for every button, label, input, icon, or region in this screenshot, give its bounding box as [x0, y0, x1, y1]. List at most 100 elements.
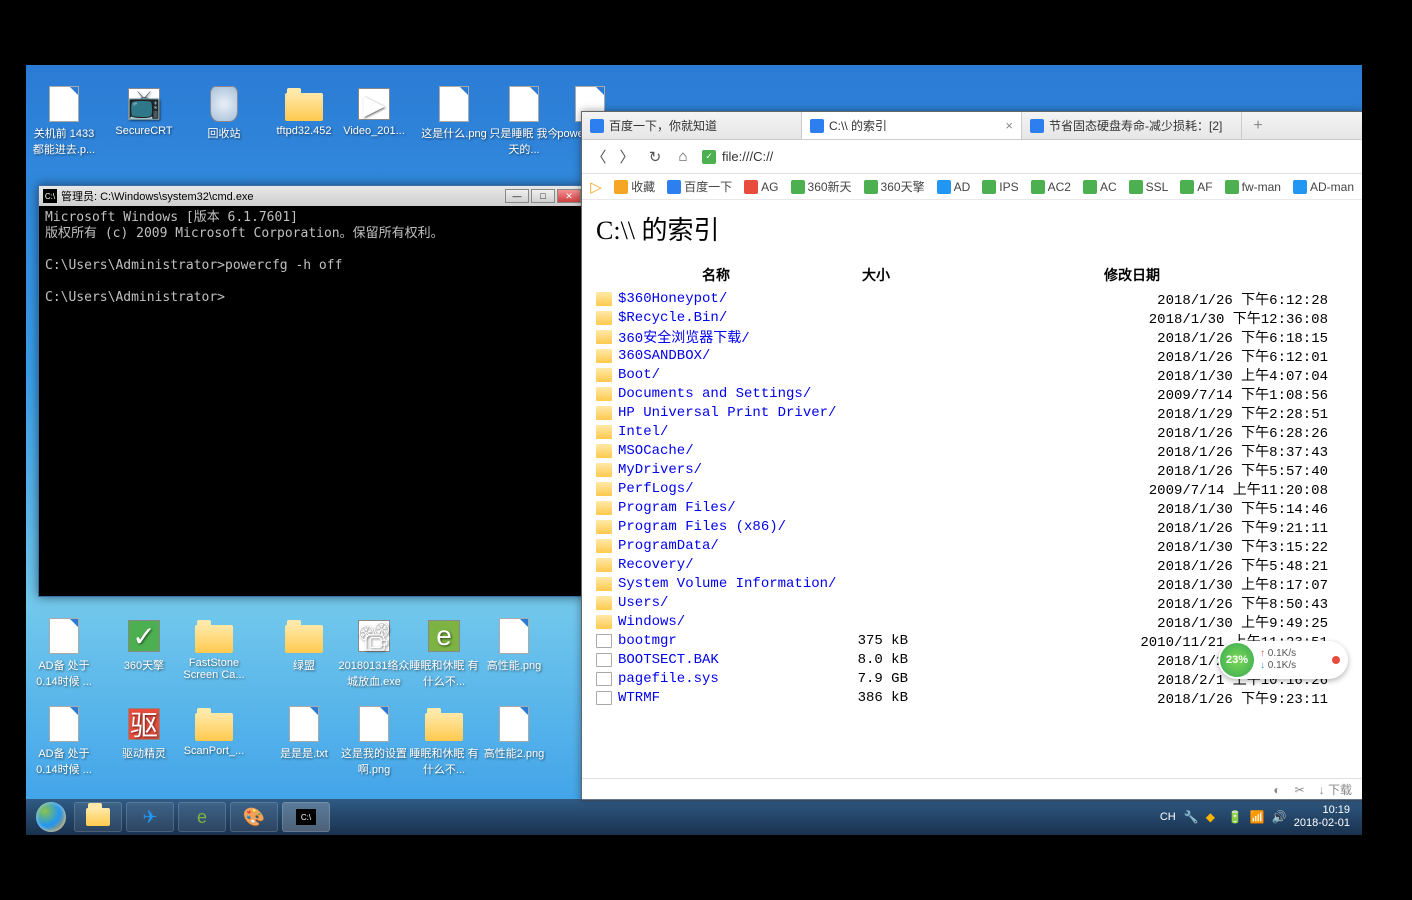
listing-row[interactable]: Users/2018/1/26 下午8:50:43 [596, 593, 1348, 612]
desktop-icon[interactable]: AD备 处于 0.14时候 ... [28, 705, 100, 777]
desktop-icon[interactable]: ✓360天擎 [108, 617, 180, 673]
taskbar-browser[interactable]: e [178, 802, 226, 832]
listing-row[interactable]: Windows/2018/1/30 上午9:49:25 [596, 612, 1348, 631]
desktop-icon[interactable]: FastStone Screen Ca... [178, 617, 250, 681]
bookmark[interactable]: fw-man [1225, 180, 1281, 194]
tab[interactable]: 百度一下，你就知道 [582, 112, 802, 139]
clock[interactable]: 10:19 2018-02-01 [1294, 804, 1350, 830]
file-link[interactable]: $360Honeypot/ [618, 291, 838, 307]
file-link[interactable]: PerfLogs/ [618, 481, 838, 497]
new-tab-button[interactable]: + [1242, 112, 1274, 139]
file-link[interactable]: bootmgr [618, 633, 838, 649]
desktop-icon[interactable]: 高性能2.png [478, 705, 550, 761]
bookmark[interactable]: AG [744, 180, 778, 194]
listing-row[interactable]: Recovery/2018/1/26 下午5:48:21 [596, 555, 1348, 574]
bookmark[interactable]: 百度一下 [667, 178, 732, 195]
desktop-icon[interactable]: 驱驱动精灵 [108, 705, 180, 761]
file-link[interactable]: Intel/ [618, 424, 838, 440]
listing-row[interactable]: $360Honeypot/2018/1/26 下午6:12:28 [596, 289, 1348, 308]
bookmark[interactable]: 360天擎 [864, 178, 925, 195]
listing-row[interactable]: MyDrivers/2018/1/26 下午5:57:40 [596, 460, 1348, 479]
desktop-icon-recycle[interactable]: 回收站 [188, 85, 260, 141]
volume-icon[interactable]: 🔊 [1272, 810, 1286, 824]
listing-row[interactable]: 360SANDBOX/2018/1/26 下午6:12:01 [596, 346, 1348, 365]
listing-row[interactable]: WTRMF386 kB2018/1/26 下午9:23:11 [596, 688, 1348, 707]
url-input[interactable]: ✓ file:///C:// [702, 149, 1354, 164]
file-link[interactable]: HP Universal Print Driver/ [618, 405, 838, 421]
download-button[interactable]: ↓ 下载 [1319, 781, 1352, 798]
desktop-icon[interactable]: 关机前 1433 都能进去.p... [28, 85, 100, 157]
desktop-icon[interactable]: 睡眠和休眠 有什么不... [408, 705, 480, 777]
file-link[interactable]: BOOTSECT.BAK [618, 652, 838, 668]
file-link[interactable]: Users/ [618, 595, 838, 611]
bookmark[interactable]: IPS [982, 180, 1018, 194]
file-link[interactable]: $Recycle.Bin/ [618, 310, 838, 326]
bookmark-menu-icon[interactable]: ▷ [590, 178, 602, 196]
minimize-button[interactable]: — [505, 189, 529, 203]
file-link[interactable]: 360安全浏览器下载/ [618, 327, 838, 347]
bookmark[interactable]: AF [1180, 180, 1212, 194]
tab-close-icon[interactable]: × [1005, 118, 1013, 133]
bookmark[interactable]: AD [937, 180, 971, 194]
listing-row[interactable]: $Recycle.Bin/2018/1/30 下午12:36:08 [596, 308, 1348, 327]
start-button[interactable] [30, 801, 72, 833]
taskbar-explorer[interactable] [74, 802, 122, 832]
file-link[interactable]: Program Files (x86)/ [618, 519, 838, 535]
file-link[interactable]: Recovery/ [618, 557, 838, 573]
desktop-icon[interactable]: e睡眠和休眠 有什么不... [408, 617, 480, 689]
listing-row[interactable]: Intel/2018/1/26 下午6:28:26 [596, 422, 1348, 441]
listing-row[interactable]: MSOCache/2018/1/26 下午8:37:43 [596, 441, 1348, 460]
listing-row[interactable]: Boot/2018/1/30 上午4:07:04 [596, 365, 1348, 384]
tray-icon[interactable]: 🔧 [1184, 810, 1198, 824]
desktop-icon[interactable]: 📺SecureCRT [108, 85, 180, 137]
file-link[interactable]: Windows/ [618, 614, 838, 630]
desktop-icon[interactable]: AD备 处于 0.14时候 ... [28, 617, 100, 689]
bookmark[interactable]: AD-man [1293, 180, 1354, 194]
cmd-window[interactable]: C:\ 管理员: C:\Windows\system32\cmd.exe — □… [38, 185, 586, 597]
file-link[interactable]: MSOCache/ [618, 443, 838, 459]
home-button[interactable]: ⌂ [674, 148, 692, 166]
file-link[interactable]: WTRMF [618, 690, 838, 706]
speed-widget[interactable]: 23% 0.1K/s 0.1K/s [1218, 641, 1348, 679]
tab-active[interactable]: C:\\ 的索引 × [802, 112, 1022, 139]
desktop-icon[interactable]: 📽20180131络众城放血.exe [338, 617, 410, 689]
desktop-icon[interactable]: ▶Video_201... [338, 85, 410, 137]
bookmark[interactable]: 收藏 [614, 178, 655, 195]
cmd-output[interactable]: Microsoft Windows [版本 6.1.7601] 版权所有 (c)… [39, 206, 585, 310]
desktop-icon[interactable]: 是是是.txt [268, 705, 340, 761]
tray-icon[interactable]: 🔋 [1228, 810, 1242, 824]
listing-row[interactable]: Documents and Settings/2009/7/14 下午1:08:… [596, 384, 1348, 403]
back-button[interactable]: 〈 [590, 148, 608, 166]
taskbar-app[interactable]: ✈ [126, 802, 174, 832]
forward-button[interactable]: 〉 [618, 148, 636, 166]
bookmark[interactable]: SSL [1129, 180, 1169, 194]
tray-icon[interactable]: ◆ [1206, 810, 1220, 824]
listing-row[interactable]: Program Files/2018/1/30 下午5:14:46 [596, 498, 1348, 517]
taskbar-cmd[interactable]: C:\ [282, 802, 330, 832]
listing-row[interactable]: Program Files (x86)/2018/1/26 下午9:21:11 [596, 517, 1348, 536]
desktop-icon[interactable]: tftpd32.452 [268, 85, 340, 137]
listing-row[interactable]: PerfLogs/2009/7/14 上午11:20:08 [596, 479, 1348, 498]
desktop-icon[interactable]: 这是我的设置啊.png [338, 705, 410, 777]
file-link[interactable]: ProgramData/ [618, 538, 838, 554]
browser-window[interactable]: 百度一下，你就知道 C:\\ 的索引 × 节省固态硬盘寿命-减少损耗：[2] +… [581, 111, 1362, 801]
file-link[interactable]: pagefile.sys [618, 671, 838, 687]
listing-row[interactable]: HP Universal Print Driver/2018/1/29 下午2:… [596, 403, 1348, 422]
listing-row[interactable]: System Volume Information/2018/1/30 上午8:… [596, 574, 1348, 593]
file-link[interactable]: MyDrivers/ [618, 462, 838, 478]
file-link[interactable]: 360SANDBOX/ [618, 348, 838, 364]
maximize-button[interactable]: □ [531, 189, 555, 203]
bookmark[interactable]: AC2 [1031, 180, 1071, 194]
desktop-icon[interactable]: 高性能.png [478, 617, 550, 673]
status-icon[interactable]: ◐ [1273, 783, 1280, 797]
desktop-icon[interactable]: 这是什么.png [418, 85, 490, 141]
network-icon[interactable]: 📶 [1250, 810, 1264, 824]
tab[interactable]: 节省固态硬盘寿命-减少损耗：[2] [1022, 112, 1242, 139]
bookmark[interactable]: 360新天 [791, 178, 852, 195]
file-link[interactable]: System Volume Information/ [618, 576, 838, 592]
reload-button[interactable]: ↻ [646, 148, 664, 166]
file-link[interactable]: Documents and Settings/ [618, 386, 838, 402]
lang-indicator[interactable]: CH [1160, 811, 1176, 823]
desktop-icon[interactable]: ScanPort_... [178, 705, 250, 757]
close-button[interactable]: ✕ [557, 189, 581, 203]
